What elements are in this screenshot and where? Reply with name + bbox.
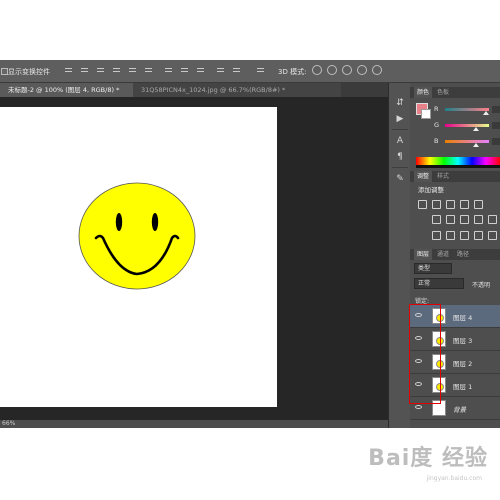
- align-left-icon[interactable]: [112, 66, 121, 75]
- zoom-readout[interactable]: 66%: [2, 420, 15, 428]
- layer-name: 图层 1: [453, 383, 473, 391]
- black-white-icon[interactable]: [460, 215, 469, 224]
- color-balance-icon[interactable]: [446, 215, 455, 224]
- tab-adjustments[interactable]: 调整: [414, 171, 433, 182]
- adjustments-title: 添加调整: [418, 186, 444, 194]
- baidu-watermark: Bai度 经验: [368, 446, 488, 471]
- 3d-pan-icon[interactable]: [342, 65, 352, 75]
- paragraph-icon[interactable]: ¶: [394, 151, 406, 163]
- tab-styles[interactable]: 样式: [434, 171, 452, 182]
- distribute-hcenter-icon[interactable]: [232, 66, 241, 75]
- show-transform-checkbox[interactable]: [1, 68, 8, 75]
- layer-name: 图层 4: [453, 314, 473, 322]
- tab-swatches[interactable]: 色板: [434, 87, 452, 98]
- channel-g-label: G: [434, 121, 440, 129]
- status-bar: 66%: [0, 420, 390, 428]
- color-spectrum[interactable]: [416, 157, 500, 165]
- exposure-icon[interactable]: [460, 200, 469, 209]
- gradient-map-icon[interactable]: [474, 231, 483, 240]
- blend-mode-value: 正常: [418, 280, 431, 287]
- visibility-eye-icon[interactable]: [415, 405, 422, 409]
- smiley-right-eye: [151, 213, 159, 231]
- distribute-bottom-icon[interactable]: [196, 66, 205, 75]
- brightness-icon[interactable]: [418, 200, 427, 209]
- channel-r-label: R: [434, 105, 439, 113]
- align-top-icon[interactable]: [64, 66, 73, 75]
- actions-play-icon[interactable]: ▶: [394, 113, 406, 125]
- tab-layers[interactable]: 图层: [414, 249, 433, 260]
- blend-mode-select[interactable]: 正常: [414, 278, 464, 289]
- 3d-scale-icon[interactable]: [372, 65, 382, 75]
- selective-color-icon[interactable]: [488, 231, 497, 240]
- align-vcenter-icon[interactable]: [80, 66, 89, 75]
- annotation-highlight-box: [409, 304, 441, 404]
- vibrance-icon[interactable]: [474, 200, 483, 209]
- smiley-left-eye: [115, 213, 123, 231]
- 3d-roll-icon[interactable]: [327, 65, 337, 75]
- screenshot-top-margin: [0, 0, 500, 60]
- invert-icon[interactable]: [432, 231, 441, 240]
- threshold-icon[interactable]: [460, 231, 469, 240]
- posterize-icon[interactable]: [446, 231, 455, 240]
- tab-color[interactable]: 颜色: [414, 87, 433, 98]
- distribute-top-icon[interactable]: [164, 66, 173, 75]
- options-bar: 显示变换控件 3D 模式:: [0, 60, 500, 83]
- layer-filter-label: 类型: [418, 265, 431, 272]
- document-tab-bar: 未标题-2 @ 100% (图层 4, RGB/8) * 31Q58PICN4x…: [0, 83, 390, 97]
- slider-r[interactable]: R: [410, 103, 500, 115]
- smiley-face: [78, 182, 196, 290]
- show-transform-label: 显示变换控件: [8, 68, 50, 76]
- mode-3d-label: 3D 模式:: [278, 68, 307, 76]
- color-panel-tabs: 颜色 色板: [410, 87, 500, 98]
- slider-g[interactable]: G: [410, 119, 500, 131]
- levels-icon[interactable]: [432, 200, 441, 209]
- baidu-watermark-url: jingyan.baidu.com: [426, 475, 482, 482]
- layers-panel-tabs: 图层 通道 路径: [410, 249, 500, 260]
- slider-b[interactable]: B: [410, 135, 500, 147]
- layer-name: 图层 3: [453, 337, 473, 345]
- character-icon[interactable]: A: [394, 135, 406, 147]
- adjustments-panel-tabs: 调整 样式: [410, 171, 500, 182]
- tab-channels[interactable]: 通道: [434, 249, 452, 260]
- align-bottom-icon[interactable]: [96, 66, 105, 75]
- 3d-rotate-icon[interactable]: [312, 65, 322, 75]
- color-spectrum-shade[interactable]: [416, 165, 500, 168]
- align-hcenter-icon[interactable]: [128, 66, 137, 75]
- layer-filter-select[interactable]: 类型: [414, 263, 452, 274]
- panel-icon-strip: ⇵ ▶ A ¶ ✎: [388, 83, 411, 428]
- curves-icon[interactable]: [446, 200, 455, 209]
- photo-filter-icon[interactable]: [474, 215, 483, 224]
- auto-align-icon[interactable]: [256, 66, 265, 75]
- hue-saturation-icon[interactable]: [432, 215, 441, 224]
- layer-name: 图层 2: [453, 360, 473, 368]
- tab-paths[interactable]: 路径: [454, 249, 472, 260]
- brush-presets-icon[interactable]: ✎: [394, 173, 406, 185]
- channel-mixer-icon[interactable]: [488, 215, 497, 224]
- channel-b-label: B: [434, 137, 439, 145]
- document-tab-active[interactable]: 未标题-2 @ 100% (图层 4, RGB/8) *: [0, 83, 140, 97]
- distribute-left-icon[interactable]: [216, 66, 225, 75]
- align-right-icon[interactable]: [144, 66, 153, 75]
- document-tab[interactable]: 31Q58PICN4x_1024.jpg @ 66.7%(RGB/8#) *: [133, 83, 341, 97]
- 3d-slide-icon[interactable]: [357, 65, 367, 75]
- history-icon[interactable]: ⇵: [394, 97, 406, 109]
- document-canvas[interactable]: [0, 107, 277, 407]
- layer-name: 背景: [453, 406, 466, 414]
- opacity-label: 不透明: [472, 282, 491, 289]
- distribute-vcenter-icon[interactable]: [180, 66, 189, 75]
